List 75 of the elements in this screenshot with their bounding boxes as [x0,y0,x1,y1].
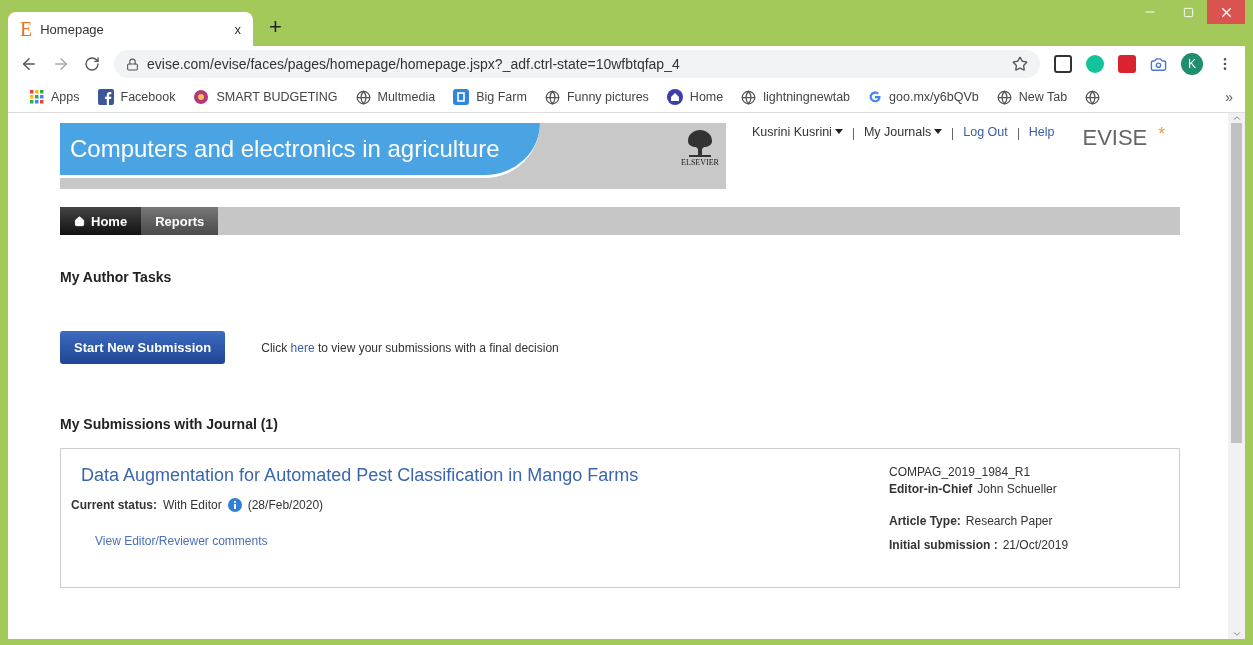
here-link[interactable]: here [290,340,315,355]
help-link[interactable]: Help [1028,125,1055,139]
bookmark-item[interactable]: lightningnewtab [741,89,851,105]
flower-icon [193,89,210,105]
close-button[interactable] [1207,0,1245,24]
bookmark-item[interactable]: New Tab [996,89,1068,105]
start-submission-button[interactable]: Start New Submission [60,331,226,364]
home-icon [74,215,85,227]
section-heading: My Submissions with Journal (1) [60,416,279,432]
globe-icon [996,89,1012,105]
bookmark-item[interactable]: Multmedia [355,89,436,105]
forward-icon[interactable] [52,55,70,73]
bookmark-item[interactable] [1085,89,1101,105]
camera-icon[interactable] [1150,55,1167,73]
lock-icon [126,57,139,71]
browser-tab[interactable]: E Homepage x [8,12,253,46]
info-icon[interactable] [227,498,242,512]
caret-icon [834,129,843,134]
journals-menu[interactable]: My Journals [863,125,943,139]
journal-title: Computers and electronics in agriculture [70,135,500,163]
google-icon [868,90,883,104]
tab-title: Homepage [40,21,105,37]
editor-name: John Schueller [977,482,1057,496]
caret-icon [934,129,943,134]
bookmark-item[interactable]: Facebook [97,89,176,105]
bookmark-item[interactable]: goo.mx/y6bQVb [868,90,979,104]
maximize-icon[interactable] [1182,6,1194,18]
bookmark-item[interactable]: SMART BUDGETING [193,89,338,105]
status-label: Current status: [71,498,157,512]
new-tab-button[interactable]: + [269,14,282,40]
globe-icon [1085,89,1101,105]
number-square-icon [453,89,470,105]
tab-favicon: E [20,17,33,41]
tab-close-button[interactable]: x [234,21,241,37]
bookmark-item[interactable]: Funny pictures [544,89,649,105]
extension-icon[interactable] [1054,55,1072,73]
home-badge-icon [666,89,683,105]
scroll-down-icon[interactable] [1231,629,1242,639]
publisher-name: ELSEVIER [681,158,719,167]
article-type: Research Paper [965,514,1053,528]
apps-grid-icon [30,90,44,104]
bookmark-star-icon[interactable] [1012,56,1028,72]
initial-submission-label: Initial submission : [889,538,998,552]
comments-link[interactable]: View Editor/Reviewer comments [95,534,889,548]
brand-logo: EVISE [1082,125,1148,151]
editor-label: Editor-in-Chief [889,482,973,496]
url-text: evise.com/evise/faces/pages/homepage/homepage.jspx?_adf.ctrl-state=10wfbtqfap_4 [147,56,681,72]
nav-tab[interactable]: Home [60,207,142,235]
back-icon[interactable] [20,55,38,73]
submission-title-link[interactable]: Data Augmentation for Automated Pest Classification in Mango Farms [81,465,889,486]
user-menu[interactable]: Kusrini Kusrini [752,125,843,139]
manuscript-id: COMPAG_2019_1984_R1 [889,465,1032,479]
scrollbar[interactable] [1228,113,1245,639]
initial-submission-date: 21/Oct/2019 [1002,538,1069,552]
bookmark-item[interactable]: Apps [30,90,80,104]
tree-logo-icon [685,128,715,158]
address-bar[interactable]: evise.com/evise/faces/pages/homepage/homepage.jspx?_adf.ctrl-state=10wfbtqfap_4 [114,50,1040,78]
scroll-up-icon[interactable] [1231,113,1242,123]
brand-asterisk: * [1158,125,1166,143]
section-heading: My Author Tasks [60,269,173,285]
reload-icon[interactable] [84,56,100,72]
globe-icon [741,89,757,105]
nav-tab[interactable]: Reports [141,207,219,235]
profile-avatar[interactable]: K [1181,53,1203,75]
bookmark-item[interactable]: Big Farm [453,89,527,105]
status-value: With Editor [163,498,222,512]
article-type-label: Article Type: [889,514,961,528]
bookmarks-overflow-button[interactable]: » [1225,89,1233,105]
final-decision-note: Click here to view your submissions with a final decision [261,340,559,355]
globe-icon [355,89,371,105]
status-date: (28/Feb/2020) [247,498,324,512]
bookmark-item[interactable]: Home [666,89,724,105]
globe-icon [544,89,560,105]
facebook-icon [97,89,114,105]
log-out-link[interactable]: Log Out [963,125,1008,139]
